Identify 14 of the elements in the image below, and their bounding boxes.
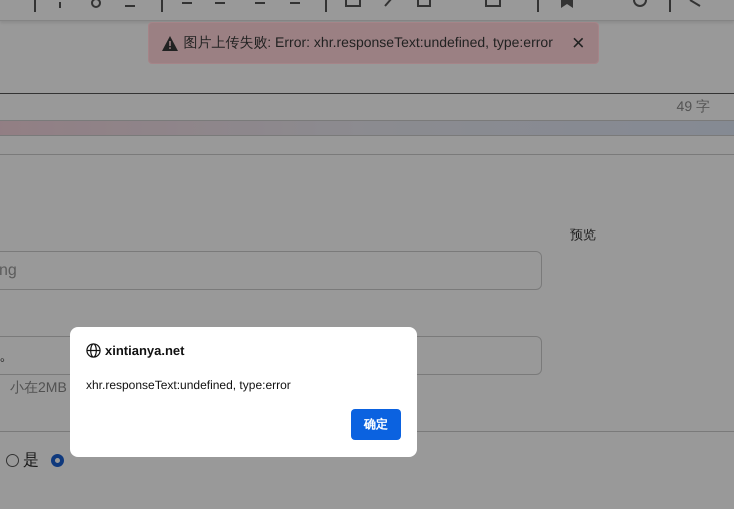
upload-hint: 小在2MB <box>10 379 67 397</box>
radio-button[interactable] <box>51 454 64 467</box>
word-count: 49 字 <box>676 98 710 116</box>
warning-icon <box>162 36 178 50</box>
ok-button[interactable]: 确定 <box>351 409 401 440</box>
text-field[interactable]: ng <box>0 251 542 290</box>
globe-icon <box>86 343 101 358</box>
dialog-message: xhr.responseText:undefined, type:error <box>86 378 292 392</box>
toast-message: 图片上传失败: Error: xhr.responseText:undefined, type:error <box>183 34 553 52</box>
preview-link[interactable]: 预览 <box>570 226 596 244</box>
radio-label: 是 <box>23 451 39 471</box>
close-icon[interactable]: × <box>572 32 585 54</box>
dialog-title: xintianya.net <box>105 343 184 358</box>
radio-button[interactable] <box>6 454 19 467</box>
